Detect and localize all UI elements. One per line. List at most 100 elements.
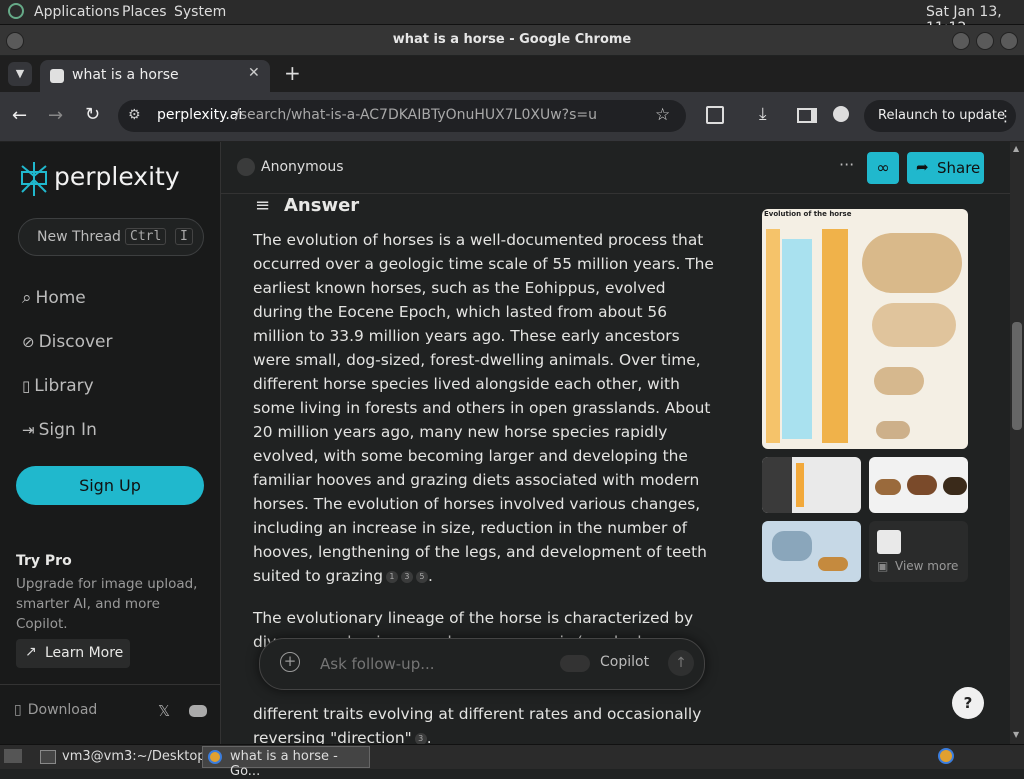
- forward-arrow-icon[interactable]: →: [48, 105, 63, 126]
- reload-icon[interactable]: ↻: [85, 104, 100, 125]
- sidebar-item-home[interactable]: ⌕ Home: [22, 288, 86, 308]
- image-thumb-bar: [796, 463, 804, 507]
- window-menu-icon[interactable]: [6, 32, 24, 50]
- image-horse-figure: [943, 477, 967, 495]
- thread-header: Anonymous ··· ∞ ➦ Share: [221, 142, 1010, 194]
- bookmark-star-icon[interactable]: ☆: [655, 105, 670, 125]
- logo-text[interactable]: perplexity: [54, 162, 180, 191]
- window-titlebar[interactable]: what is a horse - Google Chrome: [0, 25, 1024, 55]
- search-icon: ⌕: [22, 288, 32, 308]
- image-chart-branch: [782, 239, 812, 439]
- image-thumbnail-3[interactable]: [762, 521, 861, 582]
- x-twitter-icon[interactable]: 𝕏: [158, 702, 170, 720]
- relaunch-button[interactable]: Relaunch to update ⋮: [864, 100, 1016, 132]
- sign-up-button[interactable]: Sign Up: [16, 466, 204, 505]
- submit-arrow-icon[interactable]: ↑: [668, 650, 694, 676]
- image-horse-figure: [907, 475, 937, 495]
- answer-paragraph-tail: different traits evolving at different r…: [253, 702, 715, 744]
- answer-paragraph-text: different traits evolving at different r…: [253, 705, 702, 744]
- menu-system[interactable]: System: [174, 4, 226, 20]
- more-options-icon[interactable]: ···: [839, 155, 854, 174]
- copilot-toggle[interactable]: [560, 655, 590, 672]
- share-arrow-icon: ➦: [916, 158, 929, 176]
- perplexity-logo-icon[interactable]: [20, 162, 48, 196]
- address-bar[interactable]: ⚙ perplexity.ai /search/what-is-a-AC7DKA…: [118, 100, 686, 132]
- try-pro-title: Try Pro: [16, 553, 72, 569]
- relaunch-label: Relaunch to update: [878, 108, 1006, 123]
- new-tab-plus-icon[interactable]: +: [284, 61, 301, 85]
- image-thumbnail-2[interactable]: [869, 457, 968, 513]
- tab-close-icon[interactable]: ✕: [248, 65, 260, 81]
- kebab-menu-icon[interactable]: ⋮: [998, 100, 1013, 132]
- scrollbar-thumb[interactable]: [1012, 322, 1022, 430]
- minimize-icon[interactable]: [952, 32, 970, 50]
- help-button[interactable]: ?: [952, 687, 984, 719]
- back-arrow-icon[interactable]: ←: [12, 105, 27, 126]
- tab-title: what is a horse: [72, 67, 179, 83]
- answer-body: The evolution of horses is a well-docume…: [253, 228, 715, 654]
- browser-toolbar: ← → ↻ ⚙ perplexity.ai /search/what-is-a-…: [0, 92, 1024, 142]
- page-scrollbar[interactable]: ▲ ▼: [1010, 142, 1024, 744]
- site-info-icon[interactable]: ⚙: [128, 107, 141, 123]
- tab-what-is-a-horse[interactable]: what is a horse ✕: [40, 60, 270, 92]
- download-icon[interactable]: ⤓: [759, 104, 767, 124]
- nav-label: Library: [34, 376, 94, 396]
- download-app-link[interactable]: ▯ Download: [14, 702, 97, 718]
- citation-badge[interactable]: 1: [385, 570, 398, 583]
- answer-paragraph-text: The evolution of horses is a well-docume…: [253, 231, 714, 585]
- os-logo-icon[interactable]: [8, 3, 24, 19]
- image-horse-figure: [875, 479, 901, 495]
- image-horse-figure: [876, 421, 910, 439]
- chrome-icon: [208, 750, 222, 764]
- follow-up-bar: + Copilot ↑: [259, 638, 705, 690]
- shortcut-i-key: I: [175, 228, 193, 245]
- tray-chrome-icon[interactable]: [938, 748, 954, 764]
- scroll-up-icon[interactable]: ▲: [1013, 144, 1019, 153]
- image-thumbnail-1[interactable]: [762, 457, 861, 513]
- citation-badge[interactable]: 3: [414, 732, 427, 744]
- learn-more-button[interactable]: ↗ Learn More: [16, 639, 130, 668]
- citation-badge[interactable]: 5: [415, 570, 428, 583]
- view-more-button[interactable]: ▣ View more: [869, 521, 968, 582]
- taskbar-item-chrome[interactable]: what is a horse - Go...: [202, 746, 370, 779]
- taskbar-terminal-label: vm3@vm3:~/Desktop: [62, 749, 206, 764]
- image-stack-icon: ▣: [877, 559, 889, 573]
- sidebar-item-sign-in[interactable]: ⇥ Sign In: [22, 420, 97, 440]
- new-thread-label: New Thread: [37, 229, 121, 245]
- taskbar-item-terminal[interactable]: vm3@vm3:~/Desktop: [36, 746, 206, 768]
- scroll-down-icon[interactable]: ▼: [1013, 730, 1019, 739]
- image-horse-figure: [862, 233, 962, 293]
- os-top-panel: Applications Places System Sat Jan 13, 1…: [0, 0, 1024, 36]
- download-label: Download: [27, 702, 98, 718]
- copy-link-icon[interactable]: ∞: [867, 152, 899, 184]
- tab-search-chevron-icon[interactable]: ▼: [8, 62, 32, 86]
- discord-icon[interactable]: [189, 705, 207, 717]
- tab-strip: ▼ what is a horse ✕ +: [0, 56, 1024, 92]
- sidebar-item-library[interactable]: ▯ Library: [22, 376, 94, 396]
- sidebar-divider: [0, 684, 220, 685]
- attach-plus-icon[interactable]: +: [280, 652, 300, 672]
- image-evolution-chart[interactable]: Evolution of the horse: [762, 209, 968, 449]
- close-window-icon[interactable]: [1000, 32, 1018, 50]
- phone-icon: ▯: [14, 702, 22, 718]
- side-panel-icon[interactable]: [797, 108, 817, 123]
- new-thread-button[interactable]: New Thread Ctrl I: [18, 218, 204, 256]
- share-label: Share: [937, 159, 981, 177]
- citation-badge[interactable]: 3: [400, 570, 413, 583]
- learn-more-label: Learn More: [45, 645, 124, 661]
- show-desktop-icon[interactable]: [4, 749, 22, 763]
- menu-applications[interactable]: Applications: [34, 4, 120, 20]
- extensions-puzzle-icon[interactable]: [706, 106, 724, 124]
- maximize-icon[interactable]: [976, 32, 994, 50]
- nav-label: Discover: [38, 332, 113, 352]
- menu-places[interactable]: Places: [122, 4, 167, 20]
- library-icon: ▯: [22, 377, 31, 395]
- profile-icon[interactable]: [833, 106, 849, 122]
- share-button[interactable]: ➦ Share: [907, 152, 984, 184]
- os-taskbar: vm3@vm3:~/Desktop what is a horse - Go..…: [0, 744, 1024, 779]
- image-chart-timeline: [766, 229, 780, 443]
- follow-up-input[interactable]: [318, 651, 542, 677]
- image-horse-figure: [874, 367, 924, 395]
- compass-icon: ⊘: [22, 333, 35, 351]
- sidebar-item-discover[interactable]: ⊘ Discover: [22, 332, 113, 352]
